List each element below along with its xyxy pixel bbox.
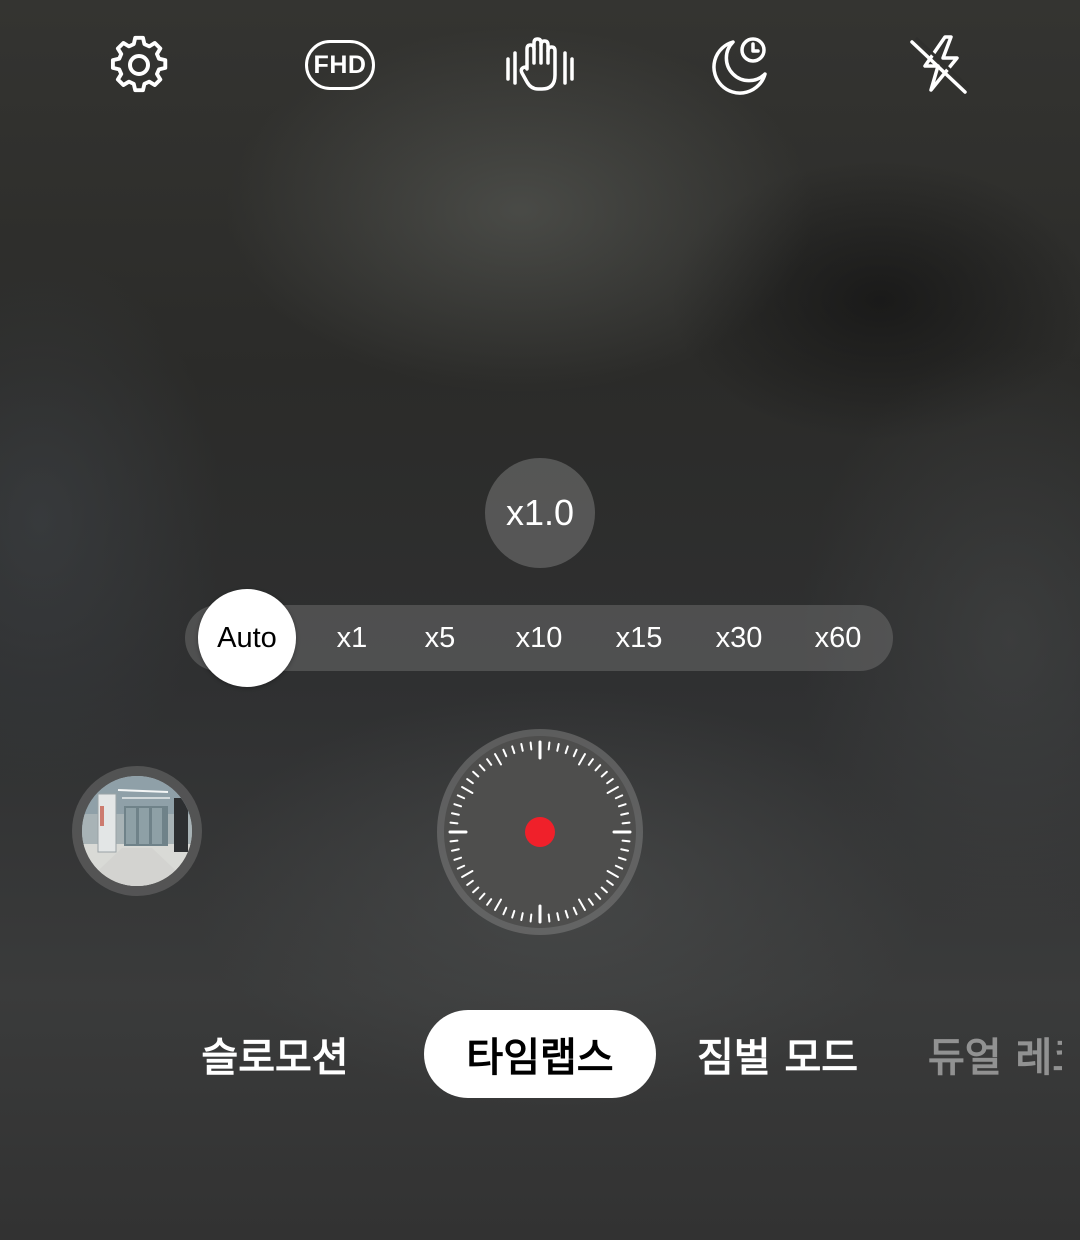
speed-option-x5[interactable]: x5 <box>395 605 485 671</box>
speed-option-auto[interactable]: Auto <box>198 589 296 687</box>
dial-tick <box>547 913 551 923</box>
dial-tick <box>450 812 460 816</box>
dial-tick <box>520 912 524 922</box>
night-hyperlapse-button[interactable] <box>705 30 775 100</box>
speed-option-x1[interactable]: x1 <box>307 605 397 671</box>
dial-tick <box>620 812 630 816</box>
dial-tick <box>547 741 551 751</box>
dial-tick <box>620 848 630 852</box>
gallery-thumbnail <box>82 776 192 886</box>
dial-tick <box>621 839 631 843</box>
dial-tick <box>621 821 631 825</box>
gear-icon <box>110 35 168 93</box>
speed-option-x60[interactable]: x60 <box>793 605 883 671</box>
thumbnail-image <box>82 776 192 886</box>
dial-tick <box>556 912 560 922</box>
timelapse-dial <box>437 729 643 935</box>
dial-tick <box>556 742 560 752</box>
settings-button[interactable] <box>105 30 175 100</box>
gallery-button[interactable] <box>72 766 202 896</box>
camera-top-bar: FHD <box>0 0 1080 130</box>
speed-option-x10[interactable]: x10 <box>494 605 584 671</box>
resolution-label: FHD <box>305 40 375 90</box>
zoom-button[interactable]: x1.0 <box>485 458 595 568</box>
mode-tab-time-lapse[interactable]: 타임랩스 <box>424 1010 656 1098</box>
dial-tick <box>529 741 533 751</box>
mode-tab-gimbal[interactable]: 짐벌 모드 <box>697 1010 858 1098</box>
hyperlapse-stabilization-button[interactable] <box>505 30 575 100</box>
speed-option-x30[interactable]: x30 <box>694 605 784 671</box>
night-hyperlapse-icon <box>712 37 767 95</box>
mode-tab-slow-motion[interactable]: 슬로모션 <box>201 1010 348 1098</box>
flash-button[interactable] <box>905 30 975 100</box>
dial-tick <box>520 742 524 752</box>
hyperlapse-hand-icon <box>506 37 574 91</box>
dial-tick <box>449 839 459 843</box>
flash-off-icon <box>910 35 971 94</box>
dial-tick <box>449 821 459 825</box>
mode-tab-dual-recording[interactable]: 듀얼 레코딩 <box>928 1010 1062 1098</box>
zoom-label: x1.0 <box>505 492 575 533</box>
resolution-button[interactable]: FHD <box>305 30 375 100</box>
dial-tick <box>450 848 460 852</box>
record-button[interactable] <box>436 728 644 936</box>
speed-option-x15[interactable]: x15 <box>594 605 684 671</box>
record-icon <box>525 817 555 847</box>
dial-tick <box>529 913 533 923</box>
